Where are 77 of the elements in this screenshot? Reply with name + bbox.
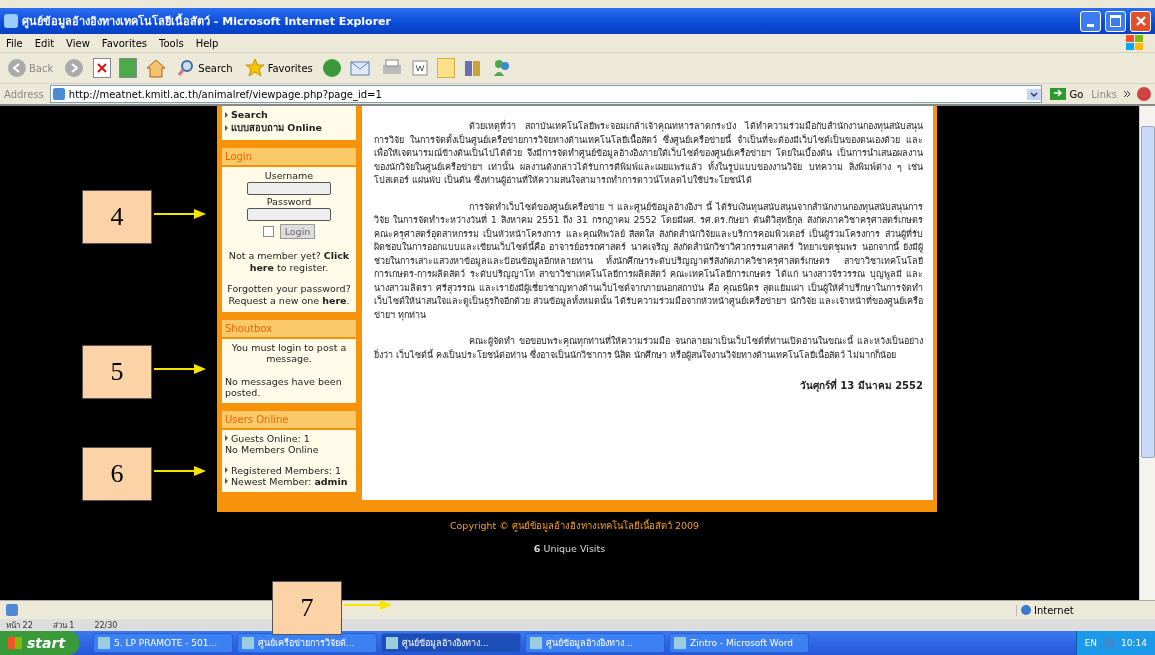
home-icon[interactable]	[145, 58, 168, 78]
register-text: Not a member yet? Click here to register.	[227, 250, 351, 274]
taskbar-button[interactable]: ศูนย์ข้อมูลอ้างอิงทาง...	[525, 633, 666, 653]
word-status-item: หน้า 22	[6, 619, 33, 632]
users-online-line: No Members Online	[225, 443, 319, 455]
close-icon	[1134, 15, 1147, 27]
article-date: วันศุกร์ที่ 13 มีนาคม 2552	[799, 379, 923, 393]
windows-logo-icon	[1125, 34, 1145, 52]
shoutbox-empty-text: No messages have been posted.	[225, 375, 343, 398]
username-label: Username	[264, 170, 314, 181]
search-icon	[177, 59, 196, 77]
callout-number: 5	[82, 345, 152, 399]
bullet-icon	[225, 435, 228, 441]
panel-header: Shoutbox	[222, 319, 356, 337]
password-label: Password	[266, 196, 312, 207]
menu-item[interactable]: File	[6, 37, 23, 49]
word-icon[interactable]	[410, 59, 429, 77]
callout-number: 7	[272, 581, 342, 635]
address-label: Address	[4, 88, 44, 100]
bullet-icon	[225, 111, 228, 118]
bullet-icon	[225, 124, 228, 131]
visit-counter: 6 Unique Visits	[533, 542, 606, 554]
taskbar-button[interactable]: Zintro - Microsoft Word	[669, 633, 810, 653]
forgot-password-text: Forgotten your password? Request a new one here.	[226, 282, 352, 307]
nav-link[interactable]: Search	[231, 109, 268, 120]
nav-link[interactable]: แบบสอบถาม Online	[231, 120, 322, 135]
menu-item[interactable]: Edit	[34, 37, 55, 49]
arrow	[152, 208, 206, 220]
star-icon	[244, 58, 265, 78]
panel-header: Users Online	[222, 410, 356, 428]
callout-number: 6	[82, 447, 152, 501]
users-online-line: Guests Online: 1	[231, 432, 310, 444]
users-online-line: Newest Member: admin	[231, 475, 348, 487]
maximize-button[interactable]	[1105, 10, 1126, 32]
password-field[interactable]	[247, 208, 331, 221]
stop-icon[interactable]	[93, 58, 112, 78]
window-title: ศูนย์ข้อมูลอ้างอิงทางเทคโนโลยีเนื้อสัตว์ - Microsoft Internet Explorer	[22, 12, 391, 30]
arrow	[342, 599, 392, 611]
page-icon	[52, 88, 65, 100]
dropdown-icon[interactable]	[1027, 88, 1042, 100]
menu-item[interactable]: Help	[195, 37, 219, 49]
remember-checkbox[interactable]	[262, 226, 274, 237]
menu-item[interactable]: Favorites	[101, 37, 147, 49]
callout-number: 4	[82, 190, 152, 244]
article-paragraph: คณะผู้จัดทำ ขอขอบพระคุณทุกท่านที่ให้ความร่วมมือ จนกลายมาเป็นเว็บไซต์ที่ท่านเปิดอ่านในขณะนี้ และหวังเป็นอย่างยิ่งว่า เว็บไซต์นี้ คงเป็นประโยชน์ต่อท่าน ซึ่งอาจเป็นนักวิชาการ นิสิต นักศึกษา หรือผู้สนใจงานวิจัยทางด้านเทคโนโลยีเนื้อสัตว์ ไม่มากก็น้อย	[374, 335, 923, 362]
panel-header: Login	[222, 148, 356, 165]
minimize-button[interactable]	[1080, 10, 1101, 32]
word-status-item: ส่วน 1	[52, 619, 75, 632]
scrollbar[interactable]	[1139, 106, 1155, 600]
clock: 10:14	[1121, 638, 1147, 648]
menu-item[interactable]: View	[66, 37, 90, 49]
taskbar-button[interactable]: ศูนย์เครือข่ายการวิจัยด้...	[237, 633, 378, 653]
favorites-button[interactable]: Favorites	[242, 58, 315, 78]
copyright-text: Copyright © ศูนย์ข้อมูลอ้างอิงทางเทคโนโลยีเนื้อสัตว์ 2009	[449, 518, 700, 533]
bullet-icon	[225, 478, 228, 484]
close-button[interactable]	[1130, 10, 1151, 32]
bullet-icon	[225, 467, 228, 473]
article-paragraph: การจัดทำเว็บไซต์ของศูนย์เครือข่าย ฯ และศูนย์ข้อมูลอ้างอิงฯ นี้ ได้รับเงินทุนสนับสนุนจากสำนักงานกองทุนสนับสนุนการวิจัย ในการจัดทำระหว่างวันที่ 1 สิงหาคม 2551 ถึง 31 กรกฎาคม 2552 โดยมีผศ. รศ.ดร.กัษยา ตันติวิสุทธิกุล สังกัดภาควิชาครุศาสตร์เกษตร คณะครุศาสตร์อุตสาหกรรม เป็นหัวหน้าโครงการ และคุณทิพวัลย์ สีสดใส สังกัดสำนักวิจัยและบริการคอมพิวเตอร์ เป็นผู้ร่วมโครงการ ส่วนผู้ที่รับผิดชอบในการออกแบบและเขียนเว็บไซต์นี้คือ อาจารย์อรรถศาสตร์ นาคเจริญ สังกัดสำนักวิชาวิศวกรรมศาสตร์ วิทยาเขตชุมพร นอกจากนี้ ยังมีผู้ช่วยในการเสาะแสวงหาข้อมูลและป้อนข้อมูลอีกหลายท่าน ทั้งนักศึกษาระดับปริญญาตรีสังกัดภาควิชาครุศาสตร์เกษตร สาขาวิชาเทคโนโลยีการเกษตร-การผลิตสัตว์ ระดับปริญญาโท สาขาวิชาเทคโนโลยีการผลิตสัตว์ คณะเทคโนโลยีการเกษตร ได้แก่ นางสาวจีรวรรณ บุญพูลมี และนางสาวมลิตรา ศรีสุวรรณ และเรายังมีผู้เชี่ยวชาญทางด้านเว็บไซต์จากภายนอกสถาบัน คือ คุณธนิตร สุดแย้มเผ่า เป็นผู้ให้คำปรึกษาในการจัดทำเว็บไซต์ให้น่าสนใจและดูเป็นธุรกิจอีกด้วย ส่วนข้อมูลทั้งหมดนั้น ได้รับความร่วมมือจากหัวหน้าศูนย์เครือข่ายฯ นักวิจัย และเจ้าหน้าที่ของศูนย์เครือข่ายฯ ทุกท่าน	[374, 200, 923, 322]
arrow	[152, 363, 206, 375]
arrow	[152, 465, 206, 477]
shoutbox-notice: You must login to post a message.	[230, 341, 348, 364]
chevron-icon[interactable]	[1123, 90, 1131, 98]
mail-icon[interactable]	[348, 58, 373, 78]
security-zone: Internet	[1016, 604, 1151, 616]
article-paragraph: ด้วยเหตุที่ว่า สถาบันเทคโนโลยีพระจอมเกล้าเจ้าคุณทหารลาดกระบัง ได้ทำความร่วมมือกับสำนักงานกองทุนสนับสนุนการวิจัย ในการจัดตั้งเป็นศูนย์เครือข่ายการวิจัยทางด้านเทคโนโลยีเนื้อสัตว์ ซึ่งศูนย์เครือข่ายนี้ จำเป็นที่จะต้องมีเว็บไซต์เป็นของตนเองด้วย และเพื่อให้เจตนารมณ์ข้างต้นเป็นไปได้ด้วย จึงมีการจัดทำศูนย์ข้อมูลอ้างอิงภายใต้เว็บไซต์ของศูนย์เครือข่ายฯ โดยในเบื้องต้น เป็นการนำเสนอผลงานของนักวิจัยในศูนย์เครือข่ายฯ เท่านั้น ผลงานดังกล่าวได้รับการตีพิมพ์และเผยแพร่แล้ว ทั้งในรูปแบบของงานวิจัย บทความ สิ่งพิมพ์ต่าง ๆ เช่น โปสเตอร์ แผ่นพับ เป็นต้น ซึ่งท่านผู้อ่านที่ให้ความสนใจสามารถทำการดาวน์โหลดไปใช้ประโยชน์ได้	[374, 120, 923, 188]
go-button[interactable]: Go	[1048, 88, 1086, 100]
taskbar-button[interactable]: 5. LP PRAMOTE - 501...	[93, 633, 234, 653]
taskbar-button[interactable]: ศูนย์ข้อมูลอ้างอิงทาง...	[381, 633, 522, 653]
start-button[interactable]: start	[0, 631, 80, 655]
word-status-item: 22/30	[94, 620, 118, 630]
users-online-line: Registered Members: 1	[231, 464, 342, 476]
menu-item[interactable]: Tools	[159, 37, 184, 49]
page-icon	[6, 604, 18, 616]
search-button[interactable]: Search	[175, 59, 235, 77]
username-field[interactable]	[247, 182, 331, 195]
address-field[interactable]: http://meatnet.kmitl.ac.th/animalref/viewpage.php?page_id=1	[49, 85, 1043, 103]
login-button[interactable]: Login	[279, 224, 316, 239]
